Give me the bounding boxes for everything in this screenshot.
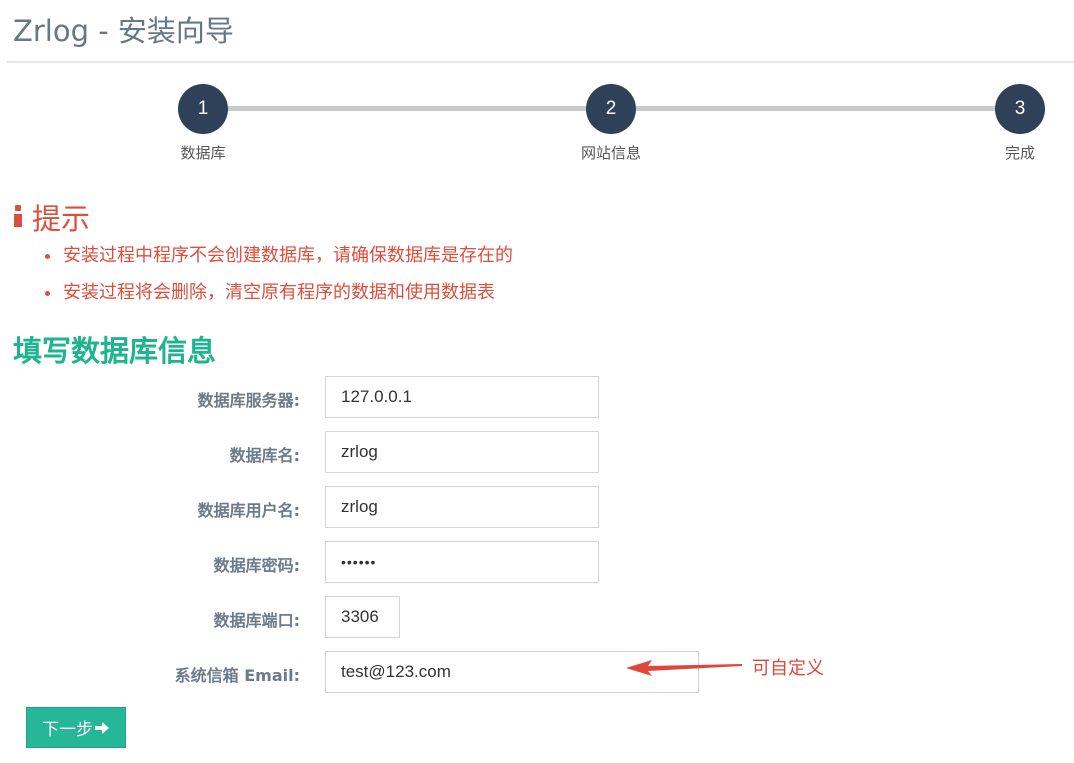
tip-list: 安装过程中程序不会创建数据库，请确保数据库是存在的 安装过程将会删除，清空原有程… [44,243,513,317]
next-step-button[interactable]: 下一步 [26,707,126,748]
tip-item: 安装过程将会删除，清空原有程序的数据和使用数据表 [44,280,513,317]
db-name-label: 数据库名: [229,446,300,465]
step-2-label: 网站信息 [580,144,642,162]
db-name-input[interactable] [325,431,599,473]
db-server-row: 数据库服务器: [0,376,1074,418]
db-password-row: 数据库密码: [0,541,1074,583]
next-step-label: 下一步 [42,720,93,740]
db-port-label: 数据库端口: [213,611,300,630]
db-user-label: 数据库用户名: [197,501,300,520]
db-server-input[interactable] [325,376,599,418]
step-3-circle: 3 [995,84,1045,134]
db-name-row: 数据库名: [0,431,1074,473]
db-user-input[interactable] [325,486,599,528]
step-1-label: 数据库 [180,144,226,162]
arrow-right-icon [95,721,109,734]
db-password-label: 数据库密码: [213,556,300,575]
step-1-circle: 1 [178,84,228,134]
step-connector-1-2 [228,106,586,111]
db-password-input[interactable] [325,541,599,583]
tip-title: 提示 [32,202,91,236]
annotation-arrow-icon [626,660,742,676]
title-divider [7,61,1074,63]
step-progress: 1 2 3 数据库 网站信息 完成 [0,80,1074,170]
db-server-label: 数据库服务器: [197,391,300,410]
step-connector-2-3 [636,106,996,111]
tip-heading: 提示 [12,196,90,238]
email-row: 系统信箱 Email: [0,651,1074,693]
annotation-text: 可自定义 [752,658,824,679]
step-2-circle: 2 [586,84,636,134]
info-icon [12,204,24,230]
db-port-row: 数据库端口: [0,596,1074,638]
install-wizard-page: Zrlog - 安装向导 1 2 3 数据库 网站信息 完成 提示 安装过程中程… [0,0,1074,763]
db-user-row: 数据库用户名: [0,486,1074,528]
db-port-input[interactable] [325,596,400,638]
email-label: 系统信箱 Email: [174,666,300,685]
page-title: Zrlog - 安装向导 [13,14,234,48]
step-3-label: 完成 [1004,144,1036,162]
tip-item: 安装过程中程序不会创建数据库，请确保数据库是存在的 [44,243,513,280]
form-section-title: 填写数据库信息 [13,334,217,368]
